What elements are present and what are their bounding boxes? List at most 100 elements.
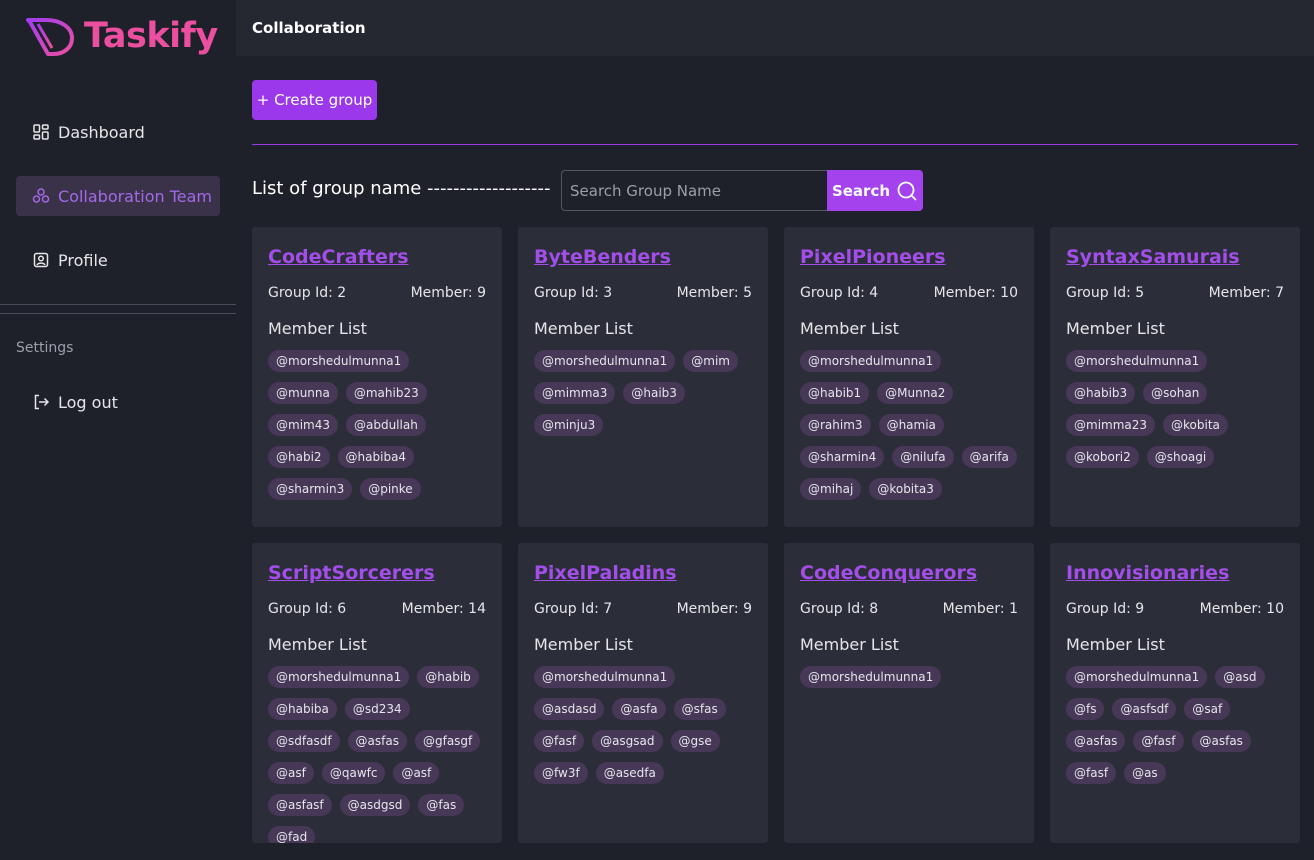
group-name-link[interactable]: SyntaxSamurais — [1066, 243, 1284, 271]
member-chip[interactable]: @gse — [670, 730, 720, 752]
member-chip[interactable]: @kobita — [1163, 414, 1228, 436]
group-card: PixelPioneers Group Id: 4 Member: 10 Member… — [784, 227, 1034, 527]
member-chip[interactable]: @asdgsd — [339, 794, 411, 816]
member-chip[interactable]: @morshedulmunna1 — [268, 350, 410, 372]
member-chip[interactable]: @asfa — [612, 698, 666, 720]
member-chip[interactable]: @minju3 — [534, 414, 604, 436]
search-button[interactable]: Search — [827, 170, 923, 211]
member-count: Member: 9 — [676, 601, 752, 617]
member-chip[interactable]: @fad — [268, 826, 316, 843]
search-icon — [897, 181, 917, 201]
member-chip[interactable]: @asgsad — [592, 730, 663, 752]
member-chip[interactable]: @fw3f — [534, 762, 588, 784]
member-chip[interactable]: @fasf — [1066, 762, 1117, 784]
member-chip[interactable]: @haib3 — [623, 382, 685, 404]
member-chip[interactable]: @morshedulmunna1 — [800, 350, 942, 372]
sidebar-item-profile[interactable]: Profile — [16, 240, 220, 280]
member-chip[interactable]: @mimma23 — [1066, 414, 1156, 436]
member-chip[interactable]: @morshedulmunna1 — [1066, 666, 1208, 688]
member-chip[interactable]: @munna — [268, 382, 338, 404]
member-chip[interactable]: @shoagi — [1146, 446, 1215, 468]
member-chip[interactable]: @habi2 — [268, 446, 330, 468]
member-chip[interactable]: @asd — [1215, 666, 1265, 688]
logo[interactable]: Taskify — [26, 14, 218, 58]
member-chip[interactable]: @hamia — [878, 414, 944, 436]
member-chip[interactable]: @fasf — [1133, 730, 1184, 752]
member-chip[interactable]: @mim — [683, 350, 738, 372]
member-chip-list: @morshedulmunna1 @munna @mahib23 @mim43 @abd… — [268, 350, 486, 500]
member-chip[interactable]: @fasf — [534, 730, 585, 752]
settings-label: Settings — [16, 340, 74, 356]
member-chip[interactable]: @morshedulmunna1 — [534, 666, 676, 688]
member-list-label: Member List — [800, 635, 899, 654]
group-name-link[interactable]: ByteBenders — [534, 243, 752, 271]
member-chip[interactable]: @kobita3 — [869, 478, 942, 500]
group-name-link[interactable]: PixelPaladins — [534, 559, 752, 587]
member-chip[interactable]: @habiba — [268, 698, 337, 720]
member-chip[interactable]: @mihaj — [800, 478, 862, 500]
create-group-button[interactable]: + Create group — [252, 80, 377, 120]
group-id: Group Id: 7 — [534, 601, 613, 617]
member-chip[interactable]: @sharmin4 — [800, 446, 885, 468]
member-chip[interactable]: @nilufa — [892, 446, 954, 468]
member-chip[interactable]: @habib — [417, 666, 479, 688]
member-chip[interactable]: @qawfc — [321, 762, 386, 784]
member-chip[interactable]: @sharmin3 — [268, 478, 353, 500]
group-name-link[interactable]: CodeCrafters — [268, 243, 486, 271]
search-input[interactable] — [561, 170, 828, 211]
member-count: Member: 10 — [1199, 601, 1284, 617]
member-chip[interactable]: @arifa — [961, 446, 1017, 468]
group-card: ByteBenders Group Id: 3 Member: 5 Member Li… — [518, 227, 768, 527]
member-chip[interactable]: @habib1 — [800, 382, 870, 404]
member-chip[interactable]: @fs — [1066, 698, 1105, 720]
member-chip[interactable]: @morshedulmunna1 — [1066, 350, 1208, 372]
member-chip[interactable]: @kobori2 — [1066, 446, 1139, 468]
member-chip[interactable]: @asfas — [1191, 730, 1251, 752]
group-name-link[interactable]: CodeConquerors — [800, 559, 1018, 587]
member-chip[interactable]: @sohan — [1143, 382, 1208, 404]
member-chip[interactable]: @mahib23 — [345, 382, 427, 404]
member-count: Member: 10 — [933, 285, 1018, 301]
member-chip[interactable]: @mim43 — [268, 414, 338, 436]
member-chip[interactable]: @habib3 — [1066, 382, 1136, 404]
group-list-title: List of group name ------------------- — [252, 178, 551, 199]
sidebar-divider — [0, 304, 236, 305]
member-chip[interactable]: @asf — [393, 762, 440, 784]
member-chip[interactable]: @asfas — [1066, 730, 1126, 752]
member-chip[interactable]: @asf — [268, 762, 314, 784]
member-chip[interactable]: @asfasf — [268, 794, 332, 816]
member-chip[interactable]: @morshedulmunna1 — [800, 666, 942, 688]
member-chip[interactable]: @mimma3 — [534, 382, 616, 404]
logout-button[interactable]: Log out — [16, 382, 220, 422]
group-card: ScriptSorcerers Group Id: 6 Member: 14 Memb… — [252, 543, 502, 843]
member-chip[interactable]: @sfas — [673, 698, 726, 720]
member-chip[interactable]: @rahim3 — [800, 414, 871, 436]
member-chip[interactable]: @asfsdf — [1112, 698, 1177, 720]
member-chip[interactable]: @morshedulmunna1 — [268, 666, 410, 688]
member-chip[interactable]: @asfas — [347, 730, 407, 752]
member-chip[interactable]: @gfasgf — [414, 730, 481, 752]
member-list-label: Member List — [1066, 635, 1165, 654]
group-name-link[interactable]: PixelPioneers — [800, 243, 1018, 271]
group-name-link[interactable]: ScriptSorcerers — [268, 559, 486, 587]
member-chip[interactable]: @as — [1124, 762, 1166, 784]
logout-label: Log out — [58, 392, 118, 412]
member-chip[interactable]: @fas — [418, 794, 465, 816]
member-chip[interactable]: @asdasd — [534, 698, 605, 720]
member-chip[interactable]: @sd234 — [344, 698, 410, 720]
member-chip[interactable]: @saf — [1184, 698, 1231, 720]
member-chip[interactable]: @Munna2 — [877, 382, 954, 404]
group-name-link[interactable]: Innovisionaries — [1066, 559, 1284, 587]
member-chip[interactable]: @abdullah — [345, 414, 426, 436]
member-chip[interactable]: @sdfasdf — [268, 730, 340, 752]
sidebar-item-collaboration-team[interactable]: Collaboration Team — [16, 176, 220, 216]
member-chip[interactable]: @habiba4 — [337, 446, 415, 468]
member-count: Member: 1 — [942, 601, 1018, 617]
member-chip[interactable]: @morshedulmunna1 — [534, 350, 676, 372]
member-chip[interactable]: @asedfa — [595, 762, 664, 784]
group-card: CodeCrafters Group Id: 2 Member: 9 Member L… — [252, 227, 502, 527]
sidebar-item-dashboard[interactable]: Dashboard — [16, 112, 220, 152]
group-meta: Group Id: 3 Member: 5 — [534, 285, 752, 301]
member-count: Member: 5 — [676, 285, 752, 301]
member-chip[interactable]: @pinke — [360, 478, 421, 500]
